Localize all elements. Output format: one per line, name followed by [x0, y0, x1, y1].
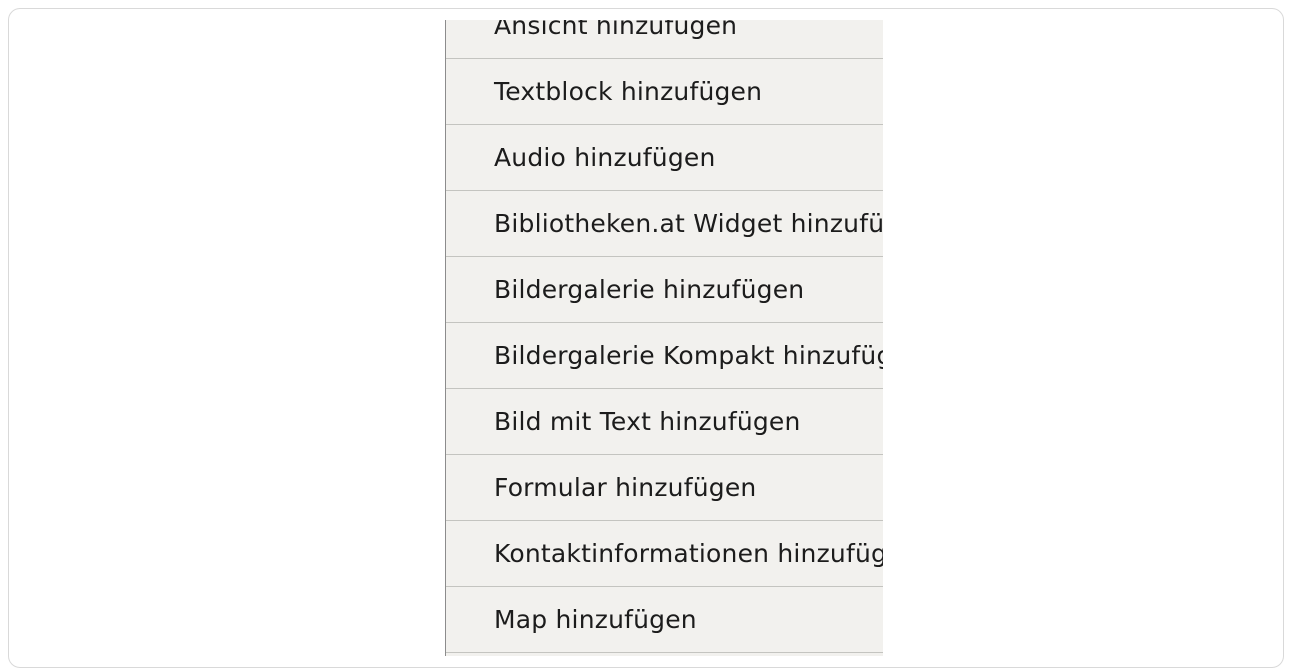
menu-item-label: Audio hinzufügen [494, 143, 716, 172]
menu-item-label: Bildergalerie hinzufügen [494, 275, 805, 304]
menu-item-label: Bildergalerie Kompakt hinzufügen [494, 341, 883, 370]
menu-left-gutter [418, 20, 446, 656]
menu-item-label: Kontaktinformationen hinzufügen [494, 539, 883, 568]
menu-item-add-image-gallery[interactable]: Bildergalerie hinzufügen [446, 257, 883, 323]
add-content-menu-panel: Ansicht hinzufügen Textblock hinzufügen … [418, 20, 883, 656]
menu-item-label: Formular hinzufügen [494, 473, 757, 502]
menu-item-add-form[interactable]: Formular hinzufügen [446, 455, 883, 521]
menu-item-label: Bibliotheken.at Widget hinzufügen [494, 209, 883, 238]
menu-item-label: Textblock hinzufügen [494, 77, 763, 106]
menu-item-label: Map hinzufügen [494, 605, 697, 634]
menu-item-add-contact-info[interactable]: Kontaktinformationen hinzufügen [446, 521, 883, 587]
menu-item-label: Bild mit Text hinzufügen [494, 407, 801, 436]
menu-item-add-view[interactable]: Ansicht hinzufügen [446, 20, 883, 59]
menu-item-label: Ansicht hinzufügen [494, 20, 738, 40]
menu-item-add-textblock[interactable]: Textblock hinzufügen [446, 59, 883, 125]
menu-item-add-audio[interactable]: Audio hinzufügen [446, 125, 883, 191]
menu-item-add-image-with-text[interactable]: Bild mit Text hinzufügen [446, 389, 883, 455]
menu-item-add-bibliotheken-widget[interactable]: Bibliotheken.at Widget hinzufügen [446, 191, 883, 257]
menu-item-add-map[interactable]: Map hinzufügen [446, 587, 883, 653]
add-content-menu: Ansicht hinzufügen Textblock hinzufügen … [446, 20, 883, 653]
menu-item-add-image-gallery-compact[interactable]: Bildergalerie Kompakt hinzufügen [446, 323, 883, 389]
